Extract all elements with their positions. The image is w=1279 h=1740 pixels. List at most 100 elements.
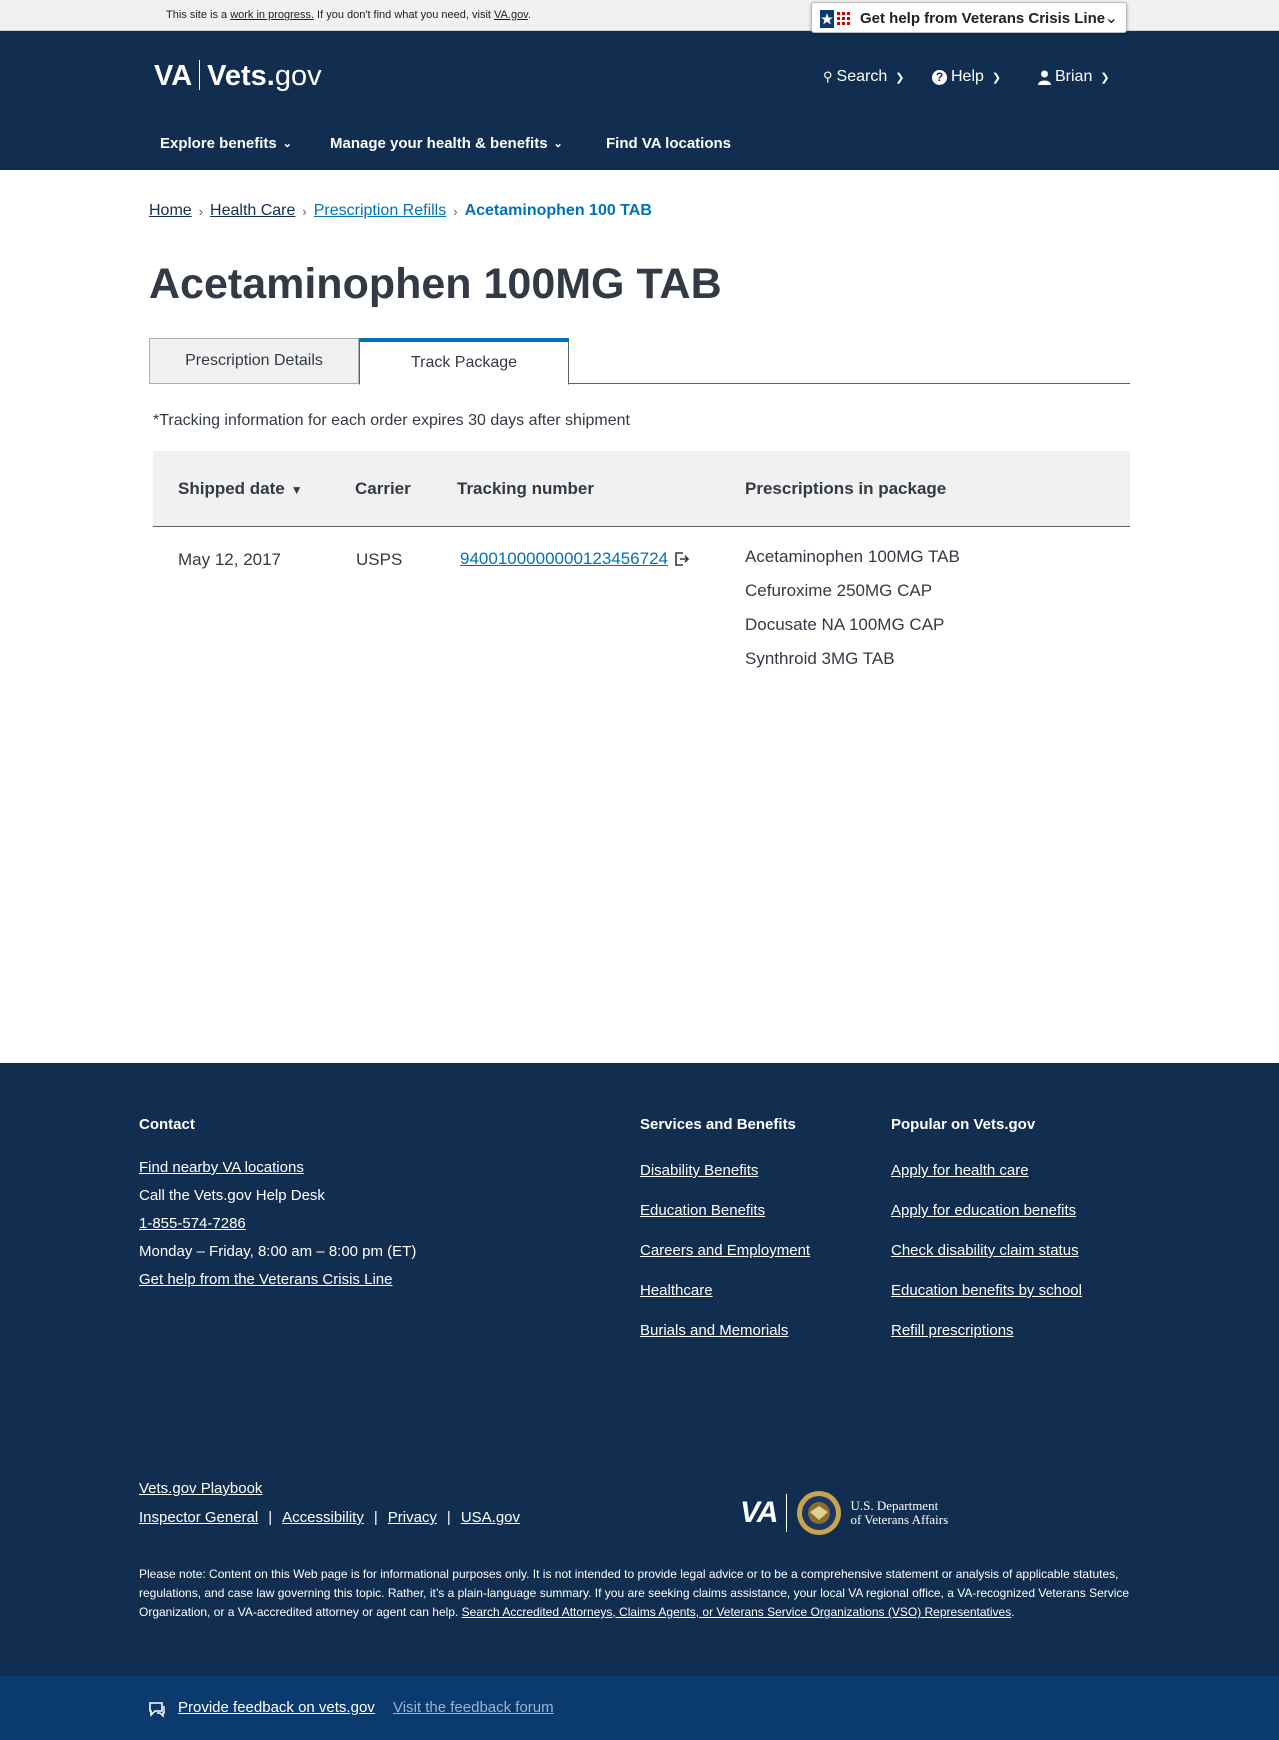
breadcrumb-current: Acetaminophen 100 TAB <box>464 202 652 219</box>
provide-feedback-link[interactable]: Provide feedback on vets.gov <box>178 1699 375 1716</box>
link-separator: | <box>373 1509 378 1526</box>
list-item: Acetaminophen 100MG TAB <box>745 547 960 566</box>
services-link[interactable]: Careers and Employment <box>640 1242 810 1259</box>
privacy-link[interactable]: Privacy <box>388 1509 437 1526</box>
prescriptions-in-package-list: Acetaminophen 100MG TAB Cefuroxime 250MG… <box>745 547 960 683</box>
hours-text: Monday – Friday, 8:00 am – 8:00 pm (ET) <box>139 1243 417 1260</box>
help-menu-button[interactable]: ? Help ❯ <box>932 68 1001 86</box>
wip-link[interactable]: work in progress. <box>230 9 314 21</box>
tracking-number-link[interactable]: 9400100000000123456724 <box>460 549 668 569</box>
services-link[interactable]: Healthcare <box>640 1282 713 1299</box>
nav-manage-health-benefits[interactable]: Manage your health & benefits ⌄ <box>330 135 563 152</box>
link-separator: | <box>268 1509 273 1526</box>
popular-link[interactable]: Education benefits by school <box>891 1282 1082 1299</box>
breadcrumb-separator-icon: › <box>198 203 204 219</box>
carrier-cell: USPS <box>356 550 403 569</box>
va-department-logo[interactable]: VA U.S. Department of Veterans Affairs <box>740 1490 948 1536</box>
tracking-expiry-note: *Tracking information for each order exp… <box>153 412 630 429</box>
list-item: Education benefits by school <box>891 1282 1082 1322</box>
search-menu-button[interactable]: ⚲ Search ❯ <box>823 68 904 86</box>
prescription-tabs: Prescription Details Track Package <box>149 338 1130 385</box>
services-link[interactable]: Education Benefits <box>640 1202 765 1219</box>
list-item: Apply for health care <box>891 1162 1082 1202</box>
vets-gov-logo[interactable]: VA Vets.gov <box>154 60 322 93</box>
list-item: Synthroid 3MG TAB <box>745 649 895 668</box>
list-item: Careers and Employment <box>640 1242 810 1282</box>
find-locations-link[interactable]: Find nearby VA locations <box>139 1159 304 1176</box>
list-item: Find nearby VA locations <box>139 1159 416 1187</box>
popular-link[interactable]: Apply for health care <box>891 1162 1029 1179</box>
crisis-line-label: Get help from Veterans Crisis Line <box>860 10 1106 27</box>
tab-prescription-details[interactable]: Prescription Details <box>149 338 359 384</box>
list-item: Refill prescriptions <box>891 1322 1082 1362</box>
popular-heading: Popular on Vets.gov <box>891 1116 1036 1133</box>
sort-shipped-date-button[interactable]: Shipped date ▼ <box>178 479 303 499</box>
services-link[interactable]: Disability Benefits <box>640 1162 758 1179</box>
breadcrumb: Home › Health Care › Prescription Refill… <box>149 202 652 220</box>
department-name: U.S. Department of Veterans Affairs <box>850 1499 948 1527</box>
feedback-chat-icon <box>149 1702 165 1718</box>
list-item: Disability Benefits <box>640 1162 810 1202</box>
accredited-search-link[interactable]: Search Accredited Attorneys, Claims Agen… <box>462 1605 1012 1619</box>
disclaimer-end: . <box>1011 1605 1015 1619</box>
breadcrumb-separator-icon: › <box>453 203 458 219</box>
services-heading: Services and Benefits <box>640 1116 796 1133</box>
crisis-flag-icon <box>820 10 850 28</box>
wip-middle: If you don't find what you need, visit <box>317 9 491 21</box>
logo-divider <box>199 60 201 90</box>
usa-gov-link[interactable]: USA.gov <box>461 1509 520 1526</box>
user-menu-button[interactable]: Brian ❯ <box>1038 68 1110 86</box>
popular-link[interactable]: Apply for education benefits <box>891 1202 1076 1219</box>
site-footer: Contact Find nearby VA locations Call th… <box>0 1063 1279 1676</box>
wip-suffix: . <box>527 9 531 21</box>
breadcrumb-home[interactable]: Home <box>149 202 192 220</box>
contact-list: Find nearby VA locations Call the Vets.g… <box>139 1159 416 1299</box>
phone-link[interactable]: 1-855-574-7286 <box>139 1215 246 1232</box>
user-icon <box>1038 70 1051 85</box>
prescriptions-header: Prescriptions in package <box>745 479 947 498</box>
chevron-down-icon: ❯ <box>1100 71 1110 84</box>
carrier-header: Carrier <box>355 479 411 498</box>
nav-explore-benefits[interactable]: Explore benefits ⌄ <box>160 135 292 152</box>
sort-descending-icon: ▼ <box>290 483 303 497</box>
services-list: Disability Benefits Education Benefits C… <box>640 1162 810 1362</box>
popular-link[interactable]: Check disability claim status <box>891 1242 1079 1259</box>
search-icon: ⚲ <box>823 69 833 84</box>
list-item: Burials and Memorials <box>640 1322 810 1362</box>
popular-link[interactable]: Refill prescriptions <box>891 1322 1014 1339</box>
list-item: Get help from the Veterans Crisis Line <box>139 1271 416 1299</box>
logo-gov: gov <box>274 60 322 92</box>
tracking-number-header: Tracking number <box>457 479 594 498</box>
services-link[interactable]: Burials and Memorials <box>640 1322 788 1339</box>
chevron-down-icon: ⌄ <box>1104 10 1118 27</box>
shipped-date-header: Shipped date <box>178 479 285 498</box>
disclaimer: Please note: Content on this Web page is… <box>139 1565 1139 1622</box>
popular-list: Apply for health care Apply for educatio… <box>891 1162 1082 1362</box>
playbook-link[interactable]: Vets.gov Playbook <box>139 1480 262 1497</box>
breadcrumb-prescription-refills[interactable]: Prescription Refills <box>314 202 446 220</box>
footer-logo-va: VA <box>740 1496 778 1529</box>
feedback-bar: Provide feedback on vets.gov Visit the f… <box>0 1676 1279 1740</box>
accessibility-link[interactable]: Accessibility <box>282 1509 364 1526</box>
footer-logo-divider <box>786 1494 788 1532</box>
tracking-table-header: Shipped date ▼ Carrier Tracking number Pr… <box>153 451 1130 527</box>
chevron-down-icon: ⌄ <box>553 138 563 150</box>
inspector-general-link[interactable]: Inspector General <box>139 1509 258 1526</box>
wip-notice: This site is a work in progress. If you … <box>166 9 531 21</box>
help-desk-text: Call the Vets.gov Help Desk <box>139 1187 325 1204</box>
chevron-down-icon: ❯ <box>991 71 1002 84</box>
feedback-forum: Visit the feedback forum <box>393 1699 554 1716</box>
breadcrumb-health-care[interactable]: Health Care <box>210 202 295 220</box>
tab-track-package[interactable]: Track Package <box>359 338 569 385</box>
list-item: Healthcare <box>640 1282 810 1322</box>
feedback-forum-link[interactable]: Visit the feedback forum <box>393 1699 554 1716</box>
tracking-number-cell: 9400100000000123456724 <box>460 549 690 569</box>
crisis-line-link[interactable]: Get help from the Veterans Crisis Line <box>139 1271 392 1288</box>
department-name-line: of Veterans Affairs <box>850 1512 949 1527</box>
crisis-line-button[interactable]: Get help from Veterans Crisis Line ⌄ <box>811 2 1127 33</box>
breadcrumb-separator-icon: › <box>302 203 307 219</box>
department-name-line: U.S. Department <box>850 1498 939 1513</box>
va-gov-link[interactable]: VA.gov <box>494 9 528 21</box>
nav-find-va-locations[interactable]: Find VA locations <box>606 135 731 152</box>
external-link-icon <box>675 552 690 566</box>
